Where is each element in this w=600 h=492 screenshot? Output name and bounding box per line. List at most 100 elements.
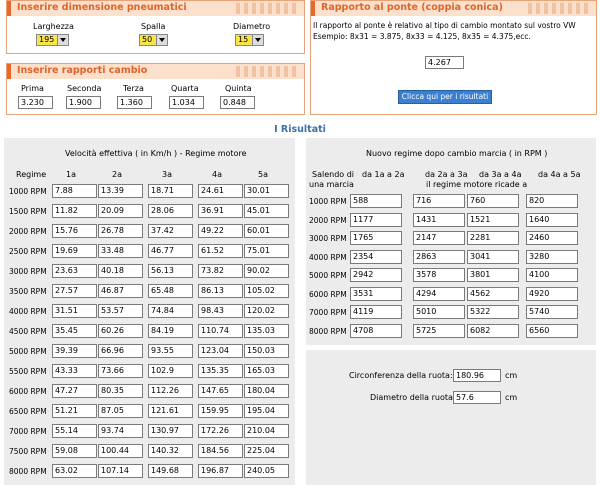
gear-input-5[interactable]: 0.848 — [220, 96, 255, 109]
speed-cell[interactable]: 13.39 — [98, 184, 143, 198]
speed-cell[interactable]: 33.48 — [98, 244, 143, 258]
speed-cell[interactable]: 65.48 — [148, 284, 193, 298]
speed-cell[interactable]: 135.03 — [244, 324, 289, 338]
speed-cell[interactable]: 225.04 — [244, 444, 289, 458]
speed-cell[interactable]: 20.09 — [98, 204, 143, 218]
speed-cell[interactable]: 53.57 — [98, 304, 143, 318]
chevron-down-icon[interactable] — [156, 35, 167, 45]
speed-cell[interactable]: 11.82 — [52, 204, 97, 218]
shift-cell[interactable]: 6560 — [526, 323, 578, 338]
speed-cell[interactable]: 93.74 — [98, 424, 143, 438]
gear-input-4[interactable]: 1.034 — [169, 96, 204, 109]
shift-cell[interactable]: 3280 — [526, 249, 578, 264]
speed-cell[interactable]: 49.22 — [198, 224, 243, 238]
shift-cell[interactable]: 5740 — [526, 305, 578, 319]
speed-cell[interactable]: 7.88 — [52, 184, 97, 198]
speed-cell[interactable]: 27.57 — [52, 284, 97, 298]
speed-cell[interactable]: 93.55 — [148, 344, 193, 358]
speed-cell[interactable]: 30.01 — [244, 184, 289, 198]
speed-cell[interactable]: 61.52 — [198, 244, 243, 258]
gear-input-3[interactable]: 1.360 — [117, 96, 152, 109]
shift-cell[interactable]: 2147 — [413, 231, 465, 245]
shift-cell[interactable]: 2354 — [350, 249, 402, 264]
speed-cell[interactable]: 46.77 — [148, 244, 193, 258]
shift-cell[interactable]: 1640 — [526, 212, 578, 227]
shift-cell[interactable]: 1431 — [413, 212, 465, 227]
speed-cell[interactable]: 26.78 — [98, 224, 143, 238]
speed-cell[interactable]: 23.63 — [52, 264, 97, 278]
speed-cell[interactable]: 105.02 — [244, 284, 289, 298]
speed-cell[interactable]: 66.96 — [98, 344, 143, 358]
chevron-down-icon[interactable] — [57, 35, 68, 45]
speed-cell[interactable]: 46.87 — [98, 284, 143, 298]
shift-cell[interactable]: 4708 — [350, 323, 402, 338]
speed-cell[interactable]: 165.03 — [244, 364, 289, 378]
speed-cell[interactable]: 60.26 — [98, 324, 143, 338]
speed-cell[interactable]: 55.14 — [52, 424, 97, 438]
shift-cell[interactable]: 6082 — [467, 323, 519, 338]
speed-cell[interactable]: 37.42 — [148, 224, 193, 238]
shift-cell[interactable]: 4562 — [467, 286, 519, 301]
shift-cell[interactable]: 2460 — [526, 231, 578, 245]
shift-cell[interactable]: 5322 — [467, 305, 519, 319]
speed-cell[interactable]: 107.14 — [98, 464, 143, 478]
speed-cell[interactable]: 110.74 — [198, 324, 243, 338]
speed-cell[interactable]: 180.04 — [244, 384, 289, 398]
width-select[interactable]: 195 — [36, 34, 69, 46]
speed-cell[interactable]: 195.04 — [244, 404, 289, 418]
shift-cell[interactable]: 5725 — [413, 323, 465, 338]
speed-cell[interactable]: 98.43 — [198, 304, 243, 318]
shift-cell[interactable]: 2863 — [413, 249, 465, 264]
speed-cell[interactable]: 121.61 — [148, 404, 193, 418]
speed-cell[interactable]: 210.04 — [244, 424, 289, 438]
speed-cell[interactable]: 39.39 — [52, 344, 97, 358]
gear-input-1[interactable]: 3.230 — [18, 96, 53, 109]
speed-cell[interactable]: 45.01 — [244, 204, 289, 218]
speed-cell[interactable]: 149.68 — [148, 464, 193, 478]
speed-cell[interactable]: 35.45 — [52, 324, 97, 338]
shift-cell[interactable]: 2942 — [350, 268, 402, 282]
shift-cell[interactable]: 4119 — [350, 305, 402, 319]
shift-cell[interactable]: 4920 — [526, 286, 578, 301]
shift-cell[interactable]: 5010 — [413, 305, 465, 319]
speed-cell[interactable]: 196.87 — [198, 464, 243, 478]
speed-cell[interactable]: 86.13 — [198, 284, 243, 298]
speed-cell[interactable]: 75.01 — [244, 244, 289, 258]
speed-cell[interactable]: 15.76 — [52, 224, 97, 238]
speed-cell[interactable]: 24.61 — [198, 184, 243, 198]
speed-cell[interactable]: 130.97 — [148, 424, 193, 438]
speed-cell[interactable]: 74.84 — [148, 304, 193, 318]
speed-cell[interactable]: 90.02 — [244, 264, 289, 278]
speed-cell[interactable]: 147.65 — [198, 384, 243, 398]
shift-cell[interactable]: 4100 — [526, 268, 578, 282]
diameter-result-input[interactable]: 57.6 — [453, 391, 501, 404]
circumference-input[interactable]: 180.96 — [453, 369, 501, 382]
diameter-select[interactable]: 15 — [235, 34, 264, 46]
speed-cell[interactable]: 135.35 — [198, 364, 243, 378]
speed-cell[interactable]: 112.26 — [148, 384, 193, 398]
shift-cell[interactable]: 1765 — [350, 231, 402, 245]
speed-cell[interactable]: 59.08 — [52, 444, 97, 458]
speed-cell[interactable]: 36.91 — [198, 204, 243, 218]
speed-cell[interactable]: 63.02 — [52, 464, 97, 478]
speed-cell[interactable]: 47.27 — [52, 384, 97, 398]
speed-cell[interactable]: 159.95 — [198, 404, 243, 418]
shift-cell[interactable]: 4294 — [413, 286, 465, 301]
shift-cell[interactable]: 3041 — [467, 249, 519, 264]
speed-cell[interactable]: 73.82 — [198, 264, 243, 278]
speed-cell[interactable]: 120.02 — [244, 304, 289, 318]
shift-cell[interactable]: 1177 — [350, 212, 402, 227]
speed-cell[interactable]: 43.33 — [52, 364, 97, 378]
speed-cell[interactable]: 56.13 — [148, 264, 193, 278]
shift-cell[interactable]: 2281 — [467, 231, 519, 245]
speed-cell[interactable]: 60.01 — [244, 224, 289, 238]
speed-cell[interactable]: 100.44 — [98, 444, 143, 458]
speed-cell[interactable]: 150.03 — [244, 344, 289, 358]
shift-cell[interactable]: 3531 — [350, 286, 402, 301]
shift-cell[interactable]: 588 — [350, 194, 402, 208]
speed-cell[interactable]: 40.18 — [98, 264, 143, 278]
shift-cell[interactable]: 3801 — [467, 268, 519, 282]
chevron-down-icon[interactable] — [252, 35, 263, 45]
speed-cell[interactable]: 87.05 — [98, 404, 143, 418]
speed-cell[interactable]: 123.04 — [198, 344, 243, 358]
